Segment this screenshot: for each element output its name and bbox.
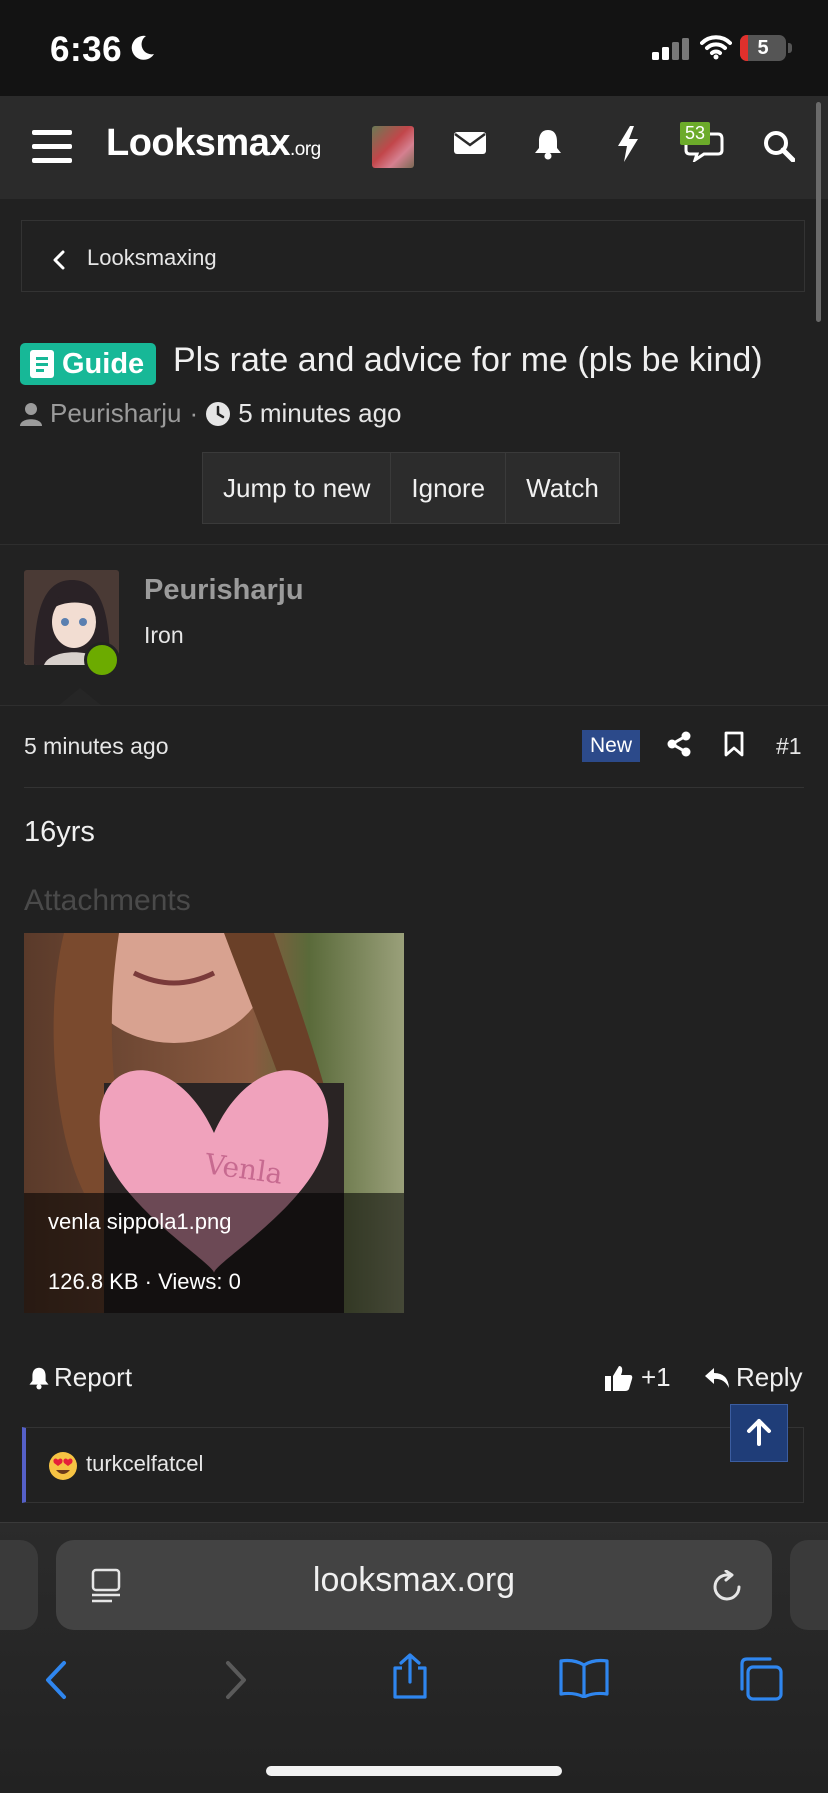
share-icon[interactable] [667, 731, 691, 757]
bookmarks-book-icon[interactable] [558, 1658, 610, 1698]
moon-icon [130, 34, 156, 62]
url-text[interactable]: looksmax.org [0, 1561, 828, 1600]
attachment-thumbnail[interactable]: Venla venla sippola1.png 126.8 KB · View… [24, 933, 404, 1313]
bell-icon[interactable] [533, 128, 563, 160]
chevron-left-icon [52, 250, 66, 270]
chat-count-badge: 53 [680, 122, 711, 145]
heart-eyes-emoji-icon [48, 1451, 78, 1481]
bell-icon [28, 1366, 50, 1390]
poster-rank: Iron [144, 622, 184, 648]
logo-suffix: .org [289, 139, 321, 160]
bookmark-icon[interactable] [724, 731, 744, 757]
share-sheet-icon[interactable] [390, 1652, 430, 1700]
post-body-text: 16yrs [24, 816, 95, 848]
ignore-button[interactable]: Ignore [391, 453, 507, 523]
search-icon[interactable] [763, 130, 795, 162]
book-icon [30, 350, 54, 378]
guide-prefix-badge[interactable]: Guide [20, 343, 157, 385]
watch-button[interactable]: Watch [506, 453, 619, 523]
poster-info-block [0, 545, 828, 705]
report-button[interactable]: Report [28, 1362, 132, 1393]
thread-meta: Peurisharju · 5 minutes ago [20, 398, 402, 429]
user-block-arrow [58, 688, 102, 706]
reply-label: Reply [736, 1362, 803, 1392]
guide-prefix-label: Guide [62, 347, 145, 380]
post-time[interactable]: 5 minutes ago [24, 733, 168, 760]
thread-author[interactable]: Peurisharju [50, 398, 182, 429]
reply-button[interactable]: Reply [704, 1362, 802, 1393]
logo-text: Looksmax [106, 122, 290, 164]
poster-username[interactable]: Peurisharju [144, 574, 304, 607]
bolt-icon[interactable] [616, 126, 640, 162]
user-icon [20, 402, 42, 426]
reaction-username[interactable]: turkcelfatcel [86, 1451, 203, 1477]
divider [24, 787, 804, 788]
battery-indicator: 5 [740, 35, 786, 61]
signal-icon [652, 38, 690, 60]
meta-separator: · [189, 398, 199, 428]
clock-icon [206, 401, 231, 426]
attachment-filename: venla sippola1.png [48, 1209, 232, 1234]
home-indicator[interactable] [266, 1766, 562, 1776]
reply-icon [704, 1366, 730, 1390]
breadcrumb-label[interactable]: Looksmaxing [87, 245, 217, 271]
attachment-meta: 126.8 KB · Views: 0 [48, 1269, 241, 1294]
thread-time[interactable]: 5 minutes ago [238, 398, 401, 429]
site-logo[interactable]: Looksmax.org [106, 122, 321, 165]
battery-level: 5 [757, 37, 769, 59]
tabs-overview-icon[interactable] [736, 1656, 784, 1702]
divider [0, 705, 828, 706]
forward-arrow-icon[interactable] [224, 1660, 248, 1700]
online-status-dot [84, 642, 120, 678]
page-scrollbar[interactable] [816, 102, 821, 322]
back-arrow-icon[interactable] [44, 1660, 68, 1700]
status-time: 6:36 [50, 30, 123, 69]
user-thumbnail[interactable] [372, 126, 414, 168]
new-badge: New [582, 730, 641, 762]
like-button[interactable]: +1 [605, 1362, 671, 1393]
thread-action-buttons: Jump to new Ignore Watch [202, 452, 620, 524]
wifi-icon [700, 34, 732, 60]
attachments-heading: Attachments [24, 884, 191, 917]
thumbs-up-icon [605, 1364, 633, 1392]
mail-icon[interactable] [454, 130, 486, 156]
thread-title: Pls rate and advice for me (pls be kind) [173, 341, 763, 379]
arrow-up-icon [745, 1418, 773, 1446]
report-label: Report [54, 1362, 133, 1392]
reload-icon[interactable] [712, 1570, 744, 1604]
battery-cap [788, 43, 792, 53]
hamburger-menu-icon[interactable] [32, 130, 72, 164]
like-count: +1 [641, 1362, 671, 1392]
post-number[interactable]: #1 [776, 733, 802, 760]
jump-to-new-button[interactable]: Jump to new [203, 453, 392, 523]
